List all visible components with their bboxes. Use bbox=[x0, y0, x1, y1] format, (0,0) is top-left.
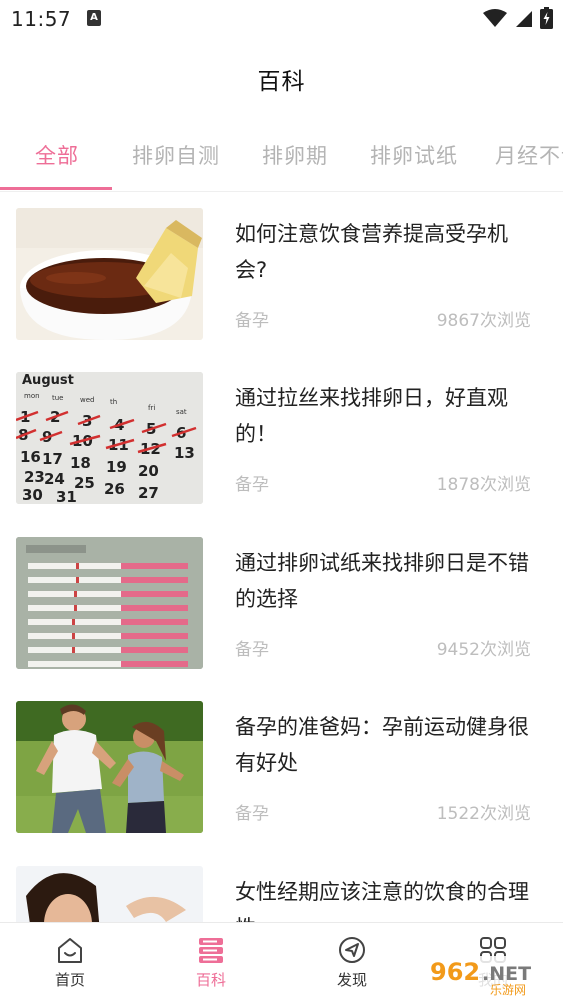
svg-text:August: August bbox=[22, 373, 74, 388]
svg-text:23: 23 bbox=[24, 468, 45, 486]
tab-ovulation-self-test[interactable]: 排卵自测 bbox=[132, 140, 220, 170]
article-thumbnail: August montuewedthfrisat 123456 89101112… bbox=[16, 372, 203, 504]
svg-text:30: 30 bbox=[22, 486, 43, 504]
article-title: 备孕的准爸妈：孕前运动健身很有好处 bbox=[235, 715, 529, 775]
article-thumbnail bbox=[16, 208, 203, 340]
svg-text:962: 962 bbox=[430, 958, 480, 986]
page-title: 百科 bbox=[257, 69, 306, 95]
watermark-logo: 962 .NET 乐游网 bbox=[424, 956, 559, 997]
tab-ovulation-strips[interactable]: 排卵试纸 bbox=[370, 140, 458, 170]
article-item[interactable]: August montuewedthfrisat 123456 89101112… bbox=[0, 372, 563, 536]
article-category: 备孕 bbox=[235, 311, 269, 331]
svg-text:18: 18 bbox=[70, 454, 91, 472]
svg-text:wed: wed bbox=[80, 396, 94, 404]
tab-indicator bbox=[0, 187, 112, 190]
nav-home[interactable]: 首页 bbox=[30, 935, 110, 990]
svg-text:fri: fri bbox=[148, 404, 155, 412]
nav-encyclopedia[interactable]: 百科 bbox=[171, 935, 251, 990]
signal-icon bbox=[516, 11, 532, 27]
status-bar: 11:57 A bbox=[0, 0, 563, 38]
status-icons bbox=[482, 7, 553, 29]
august-calendar-photo: August montuewedthfrisat 123456 89101112… bbox=[16, 372, 203, 504]
wifi-icon bbox=[483, 9, 507, 27]
svg-text:17: 17 bbox=[42, 450, 63, 468]
encyclopedia-icon bbox=[199, 938, 223, 963]
article-thumbnail bbox=[16, 701, 203, 833]
svg-text:.NET: .NET bbox=[482, 963, 531, 985]
svg-text:16: 16 bbox=[20, 448, 41, 466]
svg-text:tue: tue bbox=[52, 394, 64, 402]
svg-text:乐游网: 乐游网 bbox=[490, 983, 526, 997]
home-icon bbox=[58, 938, 82, 963]
article-title: 通过排卵试纸来找排卵日是不错的选择 bbox=[235, 551, 529, 611]
ovulation-test-strips-photo bbox=[16, 537, 203, 669]
notification-icon: A bbox=[87, 10, 101, 26]
nav-label: 发现 bbox=[336, 971, 367, 989]
svg-text:26: 26 bbox=[104, 480, 125, 498]
article-category: 备孕 bbox=[235, 804, 269, 824]
battery-icon bbox=[540, 7, 553, 29]
svg-text:mon: mon bbox=[24, 392, 40, 400]
article-category: 备孕 bbox=[235, 640, 269, 660]
article-title: 通过拉丝来找排卵日，好直观的！ bbox=[235, 386, 508, 446]
tab-all[interactable]: 全部 bbox=[35, 140, 79, 170]
couple-running-photo bbox=[16, 701, 203, 833]
nav-label: 首页 bbox=[54, 971, 85, 989]
svg-text:31: 31 bbox=[56, 488, 77, 504]
svg-text:25: 25 bbox=[74, 474, 95, 492]
category-tabs: 全部 排卵自测 排卵期 排卵试纸 月经不调 bbox=[0, 136, 563, 192]
article-views: 1522次浏览 bbox=[436, 804, 531, 824]
article-category: 备孕 bbox=[235, 475, 269, 495]
svg-text:20: 20 bbox=[138, 462, 159, 480]
svg-text:sat: sat bbox=[176, 408, 187, 416]
status-time: 11:57 bbox=[11, 7, 72, 31]
article-views: 9452次浏览 bbox=[436, 640, 531, 660]
svg-text:24: 24 bbox=[44, 470, 65, 488]
article-item[interactable]: 通过排卵试纸来找排卵日是不错的选择 备孕 9452次浏览 bbox=[0, 537, 563, 701]
article-title: 如何注意饮食营养提高受孕机会? bbox=[235, 222, 508, 282]
article-views: 1878次浏览 bbox=[436, 475, 531, 495]
article-views: 9867次浏览 bbox=[436, 311, 531, 331]
discover-icon bbox=[339, 937, 365, 963]
svg-text:19: 19 bbox=[106, 458, 127, 476]
svg-text:13: 13 bbox=[174, 444, 195, 462]
article-item[interactable]: 备孕的准爸妈：孕前运动健身很有好处 备孕 1522次浏览 bbox=[0, 701, 563, 865]
article-thumbnail bbox=[16, 537, 203, 669]
tab-irregular-menstruation[interactable]: 月经不调 bbox=[495, 140, 563, 170]
nav-discover[interactable]: 发现 bbox=[312, 935, 392, 990]
ginger-tea-photo bbox=[16, 208, 203, 340]
tab-ovulation-period[interactable]: 排卵期 bbox=[262, 140, 328, 170]
article-item[interactable]: 如何注意饮食营养提高受孕机会? 备孕 9867次浏览 bbox=[0, 208, 563, 372]
nav-label: 百科 bbox=[195, 971, 226, 989]
svg-text:27: 27 bbox=[138, 484, 159, 502]
svg-text:th: th bbox=[110, 398, 117, 406]
